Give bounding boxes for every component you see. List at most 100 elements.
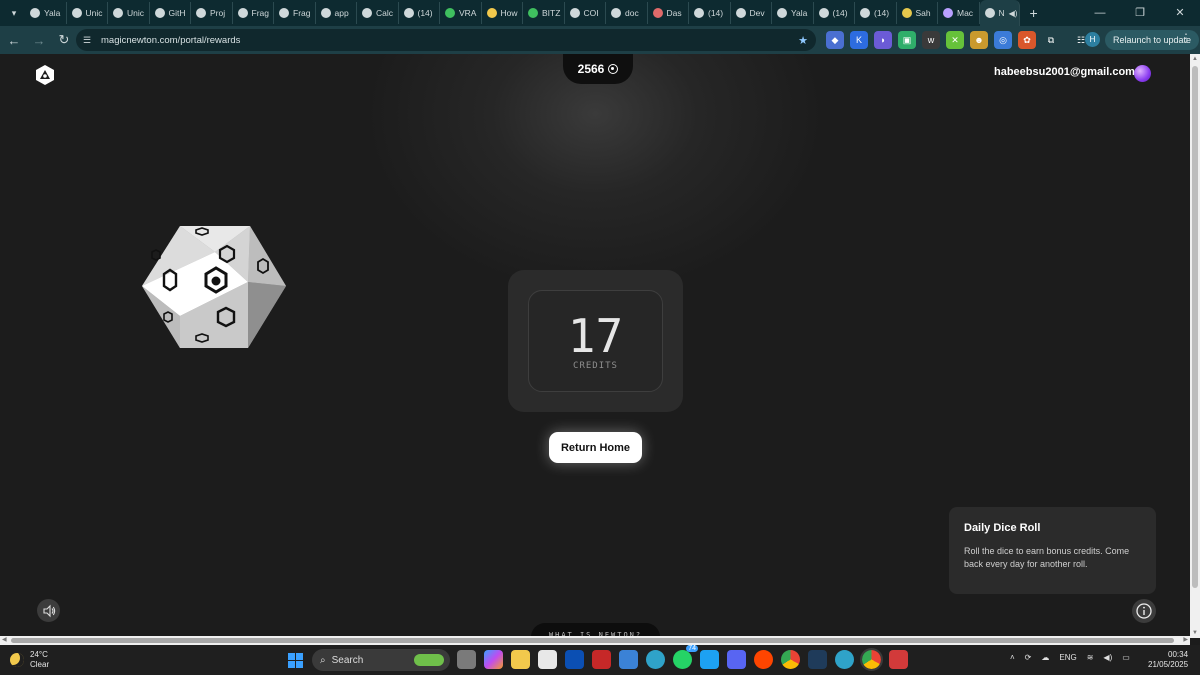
reload-icon[interactable]: ↻ <box>53 32 75 48</box>
return-home-button[interactable]: Return Home <box>549 432 642 463</box>
extension-icon[interactable]: K <box>850 31 868 49</box>
tab-label: doc <box>625 8 639 18</box>
browser-tab[interactable]: Unic <box>108 2 150 24</box>
scroll-right-arrow-icon[interactable]: ▶ <box>1183 636 1188 645</box>
store-icon[interactable] <box>538 650 557 669</box>
extension-icon[interactable]: ◗ <box>874 31 892 49</box>
browser-menu-icon[interactable]: ⋮ <box>1180 31 1192 45</box>
browser-tab[interactable]: GitH <box>150 2 191 24</box>
info-button[interactable] <box>1132 599 1156 623</box>
browser-tab[interactable]: VRA <box>440 2 482 24</box>
volume-icon[interactable]: ◀) <box>1103 653 1112 662</box>
chevron-up-icon[interactable]: ˄ <box>1010 653 1015 662</box>
browser-tab[interactable]: Yala <box>25 2 67 24</box>
tab-active[interactable]: N ◀) ✕ <box>979 0 1020 26</box>
new-tab-button[interactable]: + <box>1030 5 1038 21</box>
tab-search-icon[interactable]: ▾ <box>3 2 25 24</box>
restore-icon[interactable]: ❐ <box>1120 0 1160 26</box>
whatsapp-icon[interactable]: 74 <box>673 645 698 669</box>
browser-tab[interactable]: (14) <box>814 2 855 24</box>
browser-tab[interactable]: (14) <box>855 2 897 24</box>
edge-icon[interactable] <box>835 650 854 669</box>
scroll-up-arrow-icon[interactable]: ▲ <box>1191 56 1199 62</box>
weather-condition: Clear <box>30 660 50 669</box>
bookmark-star-icon[interactable]: ★ <box>798 34 808 47</box>
extension-icon[interactable]: w <box>922 31 940 49</box>
horizontal-scrollbar[interactable]: ◀ ▶ <box>0 636 1190 645</box>
mcafee-icon[interactable] <box>592 650 611 669</box>
browser-tab[interactable]: Frag <box>233 2 274 24</box>
info-panel-text: Roll the dice to earn bonus credits. Com… <box>964 546 1130 569</box>
forward-icon[interactable]: → <box>28 33 50 48</box>
scroll-down-arrow-icon[interactable]: ▼ <box>1191 630 1199 636</box>
scroll-left-arrow-icon[interactable]: ◀ <box>2 636 7 645</box>
browser-tab[interactable]: BITZ <box>523 2 565 24</box>
extension-icon[interactable]: ✿ <box>1018 31 1036 49</box>
cloud-icon[interactable]: ☁ <box>1041 653 1049 662</box>
reddit-icon[interactable] <box>754 650 773 669</box>
browser-tab[interactable]: app <box>316 2 357 24</box>
user-avatar[interactable] <box>1134 65 1151 82</box>
back-icon[interactable]: ← <box>3 33 25 48</box>
window-controls: — ❐ ✕ <box>1080 0 1200 26</box>
browser-tab[interactable]: Mac <box>938 2 980 24</box>
extension-icon[interactable]: ▣ <box>898 31 916 49</box>
url-text[interactable]: magicnewton.com/portal/rewards <box>101 35 240 46</box>
browser-tab[interactable]: (14) <box>689 2 731 24</box>
address-bar[interactable]: ☰ magicnewton.com/portal/rewards ★ <box>76 29 816 51</box>
newton-logo-icon[interactable] <box>34 64 56 86</box>
language-indicator[interactable]: ENG <box>1059 653 1076 662</box>
app-icon[interactable] <box>889 650 908 669</box>
edit-app-icon[interactable] <box>619 650 638 669</box>
credits-balance-badge: 2566 <box>563 54 633 84</box>
battery-icon[interactable]: ▭ <box>1122 653 1130 662</box>
twitter-icon[interactable] <box>700 650 719 669</box>
windows-start-icon[interactable] <box>288 653 303 668</box>
chrome-icon[interactable] <box>781 650 800 669</box>
l-app-icon[interactable] <box>565 650 584 669</box>
extension-icon[interactable]: ◆ <box>826 31 844 49</box>
browser-tab[interactable]: Dev <box>731 2 772 24</box>
tab-label: (14) <box>874 8 890 18</box>
copilot-icon[interactable] <box>484 650 503 669</box>
close-window-icon[interactable]: ✕ <box>1160 0 1200 26</box>
browser-tab[interactable]: COI <box>565 2 606 24</box>
speaker-icon[interactable]: ◀) <box>1009 9 1018 18</box>
browser-tab[interactable]: Das <box>648 2 689 24</box>
browser-tab[interactable]: Frag <box>274 2 316 24</box>
browser-tab[interactable]: doc <box>606 2 648 24</box>
browser-tab[interactable]: Calc <box>357 2 399 24</box>
sync-icon[interactable]: ⟳ <box>1025 653 1032 662</box>
sound-toggle-button[interactable] <box>37 599 60 622</box>
browser-tab[interactable]: Yala <box>772 2 814 24</box>
browser-tab[interactable]: Proj <box>191 2 233 24</box>
extensions-puzzle-icon[interactable]: ⧉ <box>1042 31 1060 49</box>
d20-dice[interactable] <box>140 224 288 350</box>
browser-tab[interactable]: How <box>482 2 523 24</box>
file-explorer-icon[interactable] <box>511 650 530 669</box>
weather-widget[interactable]: 24°C Clear <box>10 650 49 670</box>
scrollbar-thumb[interactable] <box>1192 66 1198 588</box>
extension-icon[interactable]: ☻ <box>970 31 988 49</box>
vertical-scrollbar[interactable]: ▲ ▼ <box>1190 54 1200 638</box>
extension-icon[interactable]: ◎ <box>994 31 1012 49</box>
clock[interactable]: 00:34 21/05/2025 <box>1148 650 1188 670</box>
tab-label: Das <box>666 8 682 18</box>
site-settings-icon[interactable]: ☰ <box>83 35 95 46</box>
browser-tab[interactable]: Sah <box>897 2 938 24</box>
taskbar-search[interactable]: ⌕ Search <box>312 649 450 671</box>
scrollbar-thumb[interactable] <box>11 638 1174 643</box>
task-view-icon[interactable] <box>457 650 476 669</box>
discord-icon[interactable] <box>727 650 746 669</box>
browser-tab[interactable]: (14) <box>399 2 440 24</box>
tab-favicon-icon <box>320 8 331 18</box>
profile-avatar[interactable]: H <box>1085 32 1100 47</box>
minimize-icon[interactable]: — <box>1080 0 1120 26</box>
app-icon[interactable] <box>808 650 827 669</box>
wifi-icon[interactable]: ≋ <box>1087 653 1094 662</box>
browser-tab[interactable]: Unic <box>67 2 108 24</box>
extension-icon[interactable]: ✕ <box>946 31 964 49</box>
edge-icon[interactable] <box>646 650 665 669</box>
chrome-active-icon[interactable] <box>860 648 883 671</box>
tab-label: Dev <box>749 8 765 18</box>
